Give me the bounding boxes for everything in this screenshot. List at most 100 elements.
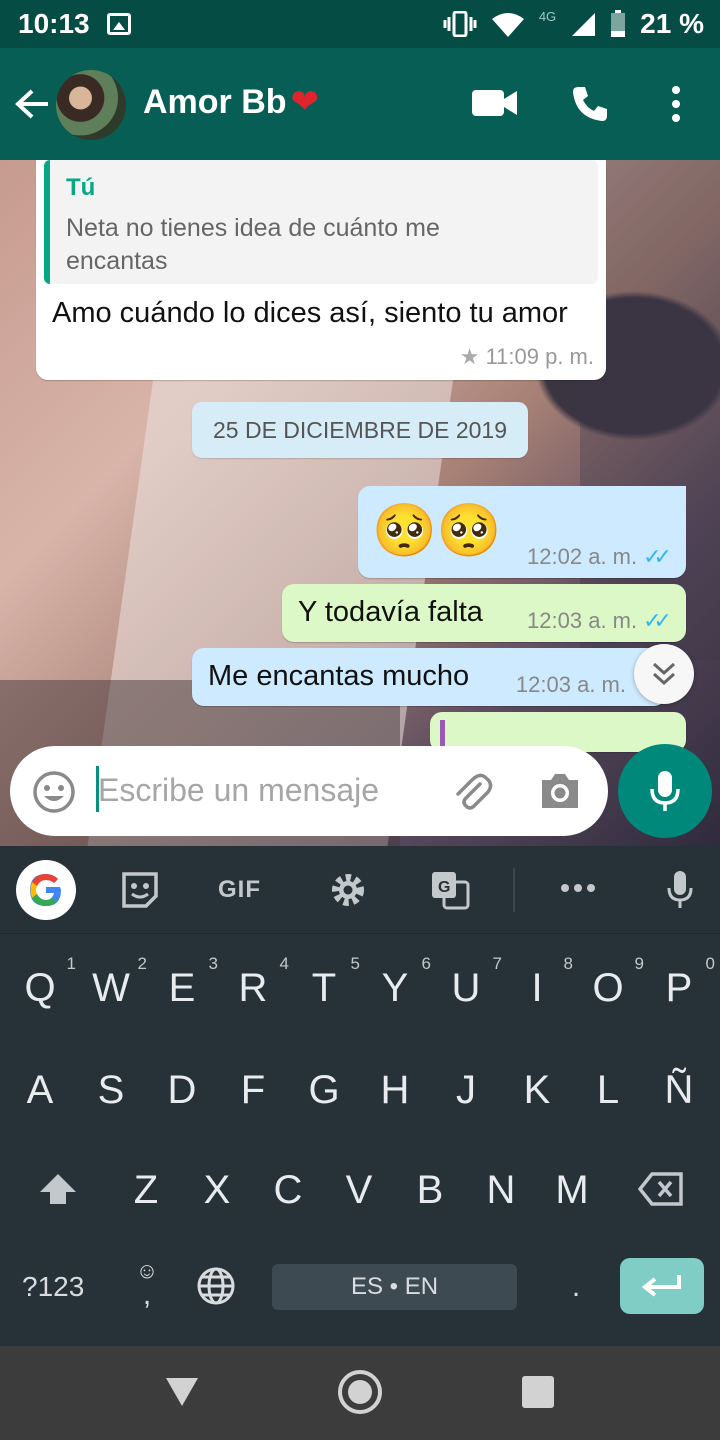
backspace-key-icon[interactable] — [638, 1172, 684, 1206]
key-label: G — [308, 1068, 340, 1112]
message-text: Amo cuándo lo dices así, siento tu amor — [52, 297, 568, 329]
emoji-comma-key[interactable]: ☺ , — [132, 1258, 162, 1311]
more-horiz-icon[interactable] — [560, 882, 596, 894]
key-label: E — [168, 966, 196, 1010]
key-x[interactable]: X — [187, 1168, 247, 1213]
key-label: X — [203, 1168, 231, 1212]
key-label: Y — [381, 966, 409, 1010]
key-w[interactable]: W2 — [81, 954, 147, 1011]
message-meta: 12:03 a. m. — [516, 672, 626, 698]
key-z[interactable]: Z — [116, 1168, 176, 1213]
key-s[interactable]: S — [81, 1068, 141, 1113]
key-f[interactable]: F — [223, 1068, 283, 1113]
star-icon: ★ — [459, 344, 480, 369]
message-input[interactable] — [96, 764, 436, 816]
key-q[interactable]: Q1 — [10, 954, 76, 1011]
voice-record-button[interactable] — [618, 744, 712, 838]
sticker-icon[interactable] — [120, 870, 160, 910]
camera-icon[interactable] — [538, 772, 582, 810]
phone-icon[interactable] — [570, 84, 610, 124]
language-globe-icon[interactable] — [196, 1266, 236, 1306]
status-time: 10:13 — [18, 8, 90, 39]
more-vert-icon[interactable] — [664, 84, 688, 124]
space-bar[interactable]: ES • EN — [272, 1264, 517, 1310]
key-k[interactable]: K — [507, 1068, 567, 1113]
key-o[interactable]: O9 — [578, 954, 644, 1011]
message-time: 12:02 a. m. — [527, 544, 638, 569]
enter-key[interactable] — [620, 1258, 704, 1314]
key-i[interactable]: I8 — [507, 954, 573, 1011]
nav-back-icon[interactable] — [166, 1378, 198, 1406]
shift-key-icon[interactable] — [38, 1172, 78, 1206]
key-label: N — [486, 1168, 516, 1212]
google-search-icon[interactable] — [16, 860, 76, 920]
key-label: A — [26, 1068, 54, 1112]
outgoing-message-emoji[interactable]: 🥺🥺 12:02 a. m. ✓✓ — [358, 486, 686, 578]
nav-recents-icon[interactable] — [522, 1376, 554, 1408]
contact-name[interactable]: Amor Bb ❤ — [143, 82, 319, 122]
comma-label: , — [142, 1278, 152, 1311]
emoji-icon[interactable] — [32, 770, 76, 814]
symbols-key[interactable]: ?123 — [22, 1262, 84, 1312]
key-label: W — [92, 966, 130, 1010]
key-y[interactable]: Y6 — [365, 954, 431, 1011]
key-n[interactable]: N — [471, 1168, 531, 1213]
key-h[interactable]: H — [365, 1068, 425, 1113]
outgoing-message[interactable]: Y todavía falta 12:03 a. m. ✓✓ — [282, 584, 686, 642]
message-text: Y todavía falta — [298, 596, 483, 628]
key-a[interactable]: A — [10, 1068, 70, 1113]
voice-typing-mic-icon[interactable] — [666, 870, 694, 910]
gif-button[interactable]: GIF — [218, 876, 261, 904]
settings-gear-icon[interactable] — [328, 870, 368, 910]
key-label: R — [238, 966, 268, 1010]
heart-emoji: ❤ — [290, 83, 320, 121]
key-d[interactable]: D — [152, 1068, 212, 1113]
key-label: P — [665, 966, 693, 1010]
key-e[interactable]: E3 — [152, 954, 218, 1011]
attach-clip-icon[interactable] — [450, 770, 494, 814]
key-r[interactable]: R4 — [223, 954, 289, 1011]
outgoing-message[interactable]: Me encantas mucho 12:03 a. m. — [192, 648, 666, 706]
network-type: 4G — [538, 8, 557, 24]
key-label: Q — [24, 966, 56, 1010]
back-arrow-icon[interactable] — [12, 84, 52, 124]
google-g-icon — [30, 874, 61, 906]
date-divider: 25 DE DICIEMBRE DE 2019 — [192, 402, 528, 458]
key-label: S — [97, 1068, 125, 1112]
key-l[interactable]: L — [578, 1068, 638, 1113]
key-b[interactable]: B — [400, 1168, 460, 1213]
key-g[interactable]: G — [294, 1068, 354, 1113]
message-meta: ★ 11:09 p. m. — [460, 344, 594, 370]
chat-header: Amor Bb ❤ — [0, 48, 720, 160]
scroll-to-bottom-button[interactable] — [634, 644, 694, 704]
key-number-hint: 9 — [634, 954, 644, 973]
toolbar-separator — [513, 868, 515, 912]
period-key[interactable]: . — [566, 1262, 586, 1312]
wifi-icon — [491, 13, 524, 37]
key-label: L — [596, 1068, 620, 1112]
contact-avatar[interactable] — [56, 70, 126, 140]
read-ticks-icon: ✓✓ — [643, 608, 672, 633]
keyboard-toolbar: GIF G — [0, 846, 720, 934]
key-t[interactable]: T5 — [294, 954, 360, 1011]
key-label: Z — [133, 1168, 159, 1212]
key-v[interactable]: V — [329, 1168, 389, 1213]
translate-icon[interactable]: G — [430, 870, 470, 910]
key-c[interactable]: C — [258, 1168, 318, 1213]
quoted-text: Neta no tienes idea de cuánto me encanta… — [66, 214, 440, 275]
key-number-hint: 4 — [279, 954, 289, 973]
nav-home-icon[interactable] — [338, 1370, 382, 1414]
key-j[interactable]: J — [436, 1068, 496, 1113]
key-p[interactable]: P0 — [649, 954, 715, 1011]
message-time: 12:03 a. m. — [515, 672, 626, 697]
quoted-message[interactable]: Tú Neta no tienes idea de cuánto me enca… — [44, 160, 598, 284]
status-icons: 4G 21 % — [443, 8, 704, 40]
key-m[interactable]: M — [542, 1168, 602, 1213]
incoming-message-reply[interactable]: Tú Neta no tienes idea de cuánto me enca… — [36, 160, 606, 380]
signal-icon — [572, 13, 596, 36]
key-number-hint: 7 — [492, 954, 502, 973]
key-u[interactable]: U7 — [436, 954, 502, 1011]
key-number-hint: 0 — [705, 954, 715, 973]
key-ñ[interactable]: Ñ — [649, 1068, 709, 1113]
video-call-icon[interactable] — [472, 88, 518, 118]
